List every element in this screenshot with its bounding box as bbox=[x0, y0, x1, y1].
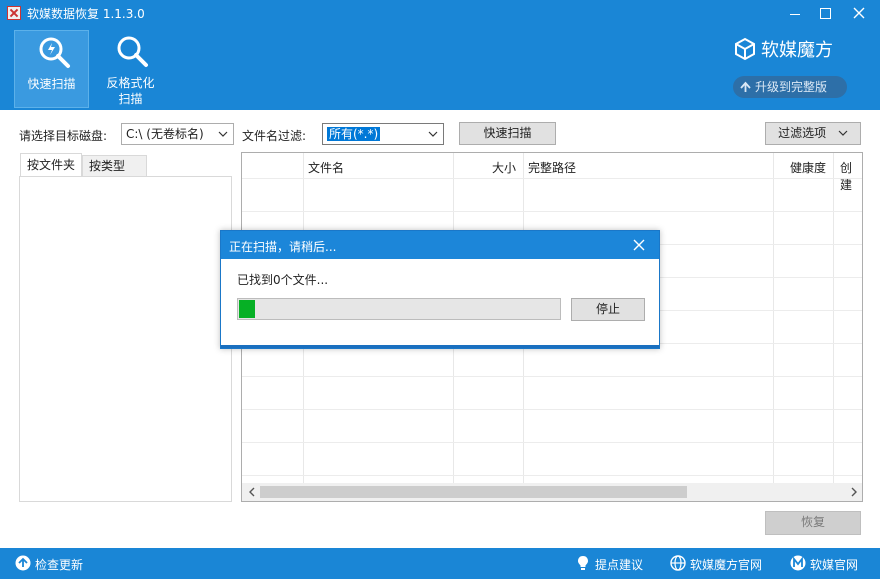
upgrade-arrow-icon bbox=[740, 81, 751, 92]
row-divider bbox=[242, 211, 862, 212]
app-icon bbox=[7, 6, 21, 20]
column-header-created[interactable]: 创建 bbox=[840, 159, 862, 193]
dialog-bottom-border bbox=[221, 345, 659, 348]
row-divider bbox=[242, 442, 862, 443]
check-update-link[interactable]: 检查更新 bbox=[35, 556, 83, 573]
unformat-scan-tool-label: 反格式化 扫描 bbox=[93, 75, 168, 107]
scan-progress-dialog: 正在扫描，请稍后... 已找到0个文件... 停止 bbox=[220, 230, 660, 349]
chevron-down-icon bbox=[428, 131, 438, 137]
minimize-button[interactable] bbox=[784, 3, 806, 23]
scroll-left-icon[interactable] bbox=[248, 487, 256, 497]
disk-select[interactable]: C:\ (无卷标名) bbox=[121, 123, 234, 145]
header-divider bbox=[242, 178, 862, 179]
dialog-title-bar: 正在扫描，请稍后... bbox=[221, 231, 659, 259]
brand-name: 软媒魔方 bbox=[761, 40, 833, 61]
row-divider bbox=[242, 376, 862, 377]
unformat-scan-label-line1: 反格式化 bbox=[106, 76, 155, 90]
title-bar: 软媒数据恢复 1.1.3.0 bbox=[0, 0, 880, 26]
window-title: 软媒数据恢复 1.1.3.0 bbox=[27, 7, 145, 21]
ruanmei-logo-icon bbox=[790, 555, 806, 571]
upgrade-label: 升级到完整版 bbox=[755, 80, 828, 94]
close-icon[interactable] bbox=[631, 237, 647, 253]
upload-arrow-icon bbox=[15, 555, 31, 571]
stop-button[interactable]: 停止 bbox=[571, 298, 645, 321]
brand-logo: 软媒魔方 bbox=[733, 36, 833, 62]
lightbulb-icon bbox=[578, 556, 588, 570]
close-icon bbox=[853, 7, 865, 19]
cube-logo-icon bbox=[735, 37, 755, 61]
disk-label: 请选择目标磁盘: bbox=[19, 129, 108, 143]
unformat-scan-label-line2: 扫描 bbox=[118, 92, 143, 106]
filter-options-button[interactable]: 过滤选项 bbox=[765, 122, 861, 145]
folder-tree[interactable] bbox=[19, 176, 232, 502]
mofang-site-link[interactable]: 软媒魔方官网 bbox=[690, 556, 762, 573]
filename-filter-select[interactable]: 所有(*.*) bbox=[322, 123, 444, 145]
row-divider bbox=[242, 475, 862, 476]
filename-filter-label: 文件名过滤: bbox=[242, 129, 307, 143]
globe-icon bbox=[670, 555, 686, 571]
quick-scan-tool-button[interactable]: 快速扫描 bbox=[14, 30, 89, 108]
column-header-health[interactable]: 健康度 bbox=[790, 159, 826, 176]
status-bar: 检查更新 提点建议 软媒魔方官网 软媒官网 bbox=[0, 548, 880, 579]
top-bar: 软媒数据恢复 1.1.3.0 快速扫描 反格式化 扫描 软媒魔方 升级到完整版 bbox=[0, 0, 880, 110]
close-button[interactable] bbox=[848, 3, 870, 23]
upgrade-button[interactable]: 升级到完整版 bbox=[733, 76, 847, 98]
scan-progress-bar bbox=[237, 298, 561, 320]
tab-by-type[interactable]: 按类型 bbox=[82, 155, 147, 177]
dialog-title: 正在扫描，请稍后... bbox=[229, 240, 337, 254]
filter-options-label: 过滤选项 bbox=[778, 126, 827, 140]
suggestion-link[interactable]: 提点建议 bbox=[595, 556, 643, 573]
filename-filter-value: 所有(*.*) bbox=[327, 127, 381, 141]
scrollbar-thumb[interactable] bbox=[260, 486, 687, 498]
quick-scan-tool-label: 快速扫描 bbox=[27, 77, 76, 91]
horizontal-scrollbar[interactable] bbox=[242, 483, 862, 501]
chevron-down-icon bbox=[838, 130, 848, 136]
search-icon bbox=[117, 36, 148, 67]
maximize-button[interactable] bbox=[814, 3, 836, 23]
column-header-size[interactable]: 大小 bbox=[492, 159, 516, 176]
tab-by-folder[interactable]: 按文件夹 bbox=[20, 153, 82, 177]
column-header-path[interactable]: 完整路径 bbox=[528, 159, 576, 176]
scan-progress-fill bbox=[239, 300, 255, 318]
disk-select-value: C:\ (无卷标名) bbox=[126, 127, 204, 141]
ruanmei-site-link[interactable]: 软媒官网 bbox=[810, 556, 858, 573]
row-divider bbox=[242, 409, 862, 410]
chevron-down-icon bbox=[218, 131, 228, 137]
restore-button[interactable]: 恢复 bbox=[765, 511, 861, 535]
scroll-right-icon[interactable] bbox=[850, 487, 858, 497]
column-header-filename[interactable]: 文件名 bbox=[308, 159, 344, 176]
quick-scan-button[interactable]: 快速扫描 bbox=[459, 122, 556, 145]
unformat-scan-tool-button[interactable]: 反格式化 扫描 bbox=[93, 30, 168, 108]
quick-scan-icon bbox=[39, 37, 70, 68]
found-files-text: 已找到0个文件... bbox=[237, 273, 329, 287]
